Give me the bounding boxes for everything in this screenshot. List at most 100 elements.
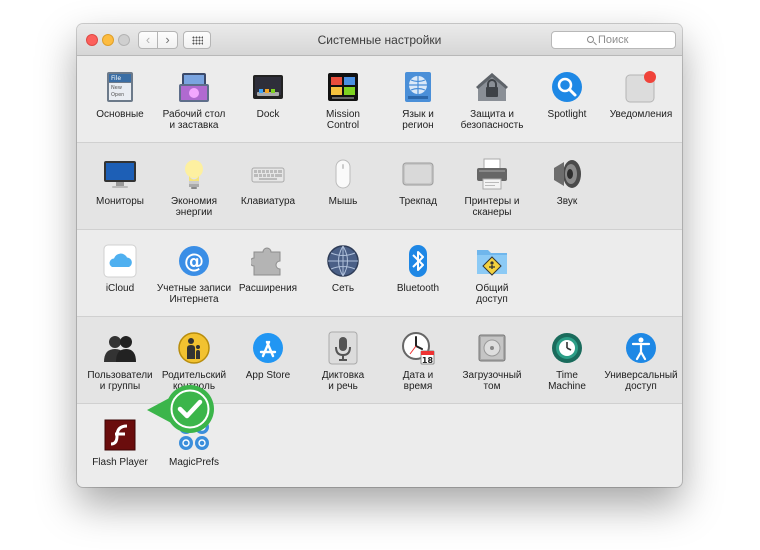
svg-text:18: 18 — [422, 356, 434, 365]
title-bar: ‹ › Системные настройки Поиск — [77, 24, 682, 56]
section-divider — [77, 316, 682, 317]
pref-pane-label: Дата и время — [402, 370, 434, 392]
pref-pane-label: Мониторы — [96, 196, 144, 207]
pref-pane-trackpad[interactable]: Трекпад — [380, 157, 456, 207]
pref-pane-dock[interactable]: Dock — [230, 70, 306, 120]
pref-pane-label: App Store — [245, 370, 291, 381]
spotlight-icon — [550, 70, 584, 104]
dock-icon — [251, 70, 285, 104]
mouse-icon — [326, 157, 360, 191]
accessibility-icon — [624, 331, 658, 365]
sharing-icon — [475, 244, 509, 278]
printers-icon — [475, 157, 509, 191]
pref-pane-label: Клавиатура — [240, 196, 296, 207]
pref-pane-icloud[interactable]: iCloud — [82, 244, 158, 294]
search-placeholder: Поиск — [598, 34, 629, 46]
pref-pane-notifications[interactable]: Уведомления — [603, 70, 679, 120]
pref-pane-label: MagicPrefs — [168, 457, 219, 468]
checkmark-badge — [147, 383, 217, 435]
pref-pane-date-time[interactable]: 18 Дата и время — [380, 331, 456, 392]
pref-pane-label: Основные — [96, 109, 144, 120]
date-time-icon: 18 — [401, 331, 435, 365]
section-divider — [77, 229, 682, 230]
pref-pane-label: Flash Player — [92, 457, 148, 468]
pref-pane-label: Язык и регион — [402, 109, 434, 131]
checkmark-icon — [147, 385, 214, 433]
pref-pane-label: Общий доступ — [475, 283, 509, 305]
pref-pane-extensions[interactable]: Расширения — [230, 244, 306, 294]
sound-icon — [550, 157, 584, 191]
flash-player-icon — [103, 418, 137, 452]
extensions-icon — [249, 244, 285, 278]
pref-pane-label: Сеть — [331, 283, 355, 294]
pref-pane-label: Mission Control — [326, 109, 360, 131]
pref-pane-label: Spotlight — [547, 109, 587, 120]
pref-pane-sharing[interactable]: Общий доступ — [454, 244, 530, 305]
pref-pane-label: Уведомления — [609, 109, 673, 120]
section-divider — [77, 142, 682, 143]
users-groups-icon — [103, 331, 137, 365]
pref-pane-label: Расширения — [238, 283, 298, 294]
pref-pane-label: Принтеры и сканеры — [464, 196, 520, 218]
desktop-screensaver-icon — [177, 70, 211, 104]
icloud-icon — [103, 244, 137, 278]
svg-text:New: New — [111, 85, 122, 91]
pref-pane-mouse[interactable]: Мышь — [305, 157, 381, 207]
pref-pane-network[interactable]: Сеть — [305, 244, 381, 294]
pref-pane-label: Диктовка и речь — [321, 370, 365, 392]
pref-pane-label: Time Machine — [548, 370, 586, 392]
pref-pane-label: Защита и безопасность — [460, 109, 524, 131]
trackpad-icon — [401, 157, 435, 191]
pref-pane-startup-disk[interactable]: Загрузочный том — [454, 331, 530, 392]
pref-pane-displays[interactable]: Мониторы — [82, 157, 158, 207]
pref-pane-sound[interactable]: Звук — [529, 157, 605, 207]
displays-icon — [103, 157, 137, 191]
search-icon — [587, 36, 594, 43]
pref-pane-label: Dock — [256, 109, 280, 120]
pref-pane-internet-accounts[interactable]: @ Учетные записи Интернета — [156, 244, 232, 305]
pref-pane-label: Экономия энергии — [170, 196, 218, 218]
notifications-icon — [624, 70, 658, 104]
svg-text:@: @ — [184, 249, 204, 273]
keyboard-icon — [251, 157, 285, 191]
internet-accounts-icon: @ — [177, 244, 211, 278]
pref-pane-time-machine[interactable]: Time Machine — [529, 331, 605, 392]
pref-pane-label: Рабочий стол и заставка — [162, 109, 226, 131]
pref-pane-label: Звук — [556, 196, 578, 207]
pref-pane-general[interactable]: File New Open Основные — [82, 70, 158, 120]
parental-controls-icon — [177, 331, 211, 365]
pref-pane-app-store[interactable]: App Store — [230, 331, 306, 381]
bluetooth-icon — [401, 244, 435, 278]
pref-pane-spotlight[interactable]: Spotlight — [529, 70, 605, 120]
pref-pane-label: Мышь — [328, 196, 358, 207]
network-icon — [326, 244, 360, 278]
search-field[interactable]: Поиск — [551, 31, 676, 49]
pref-pane-accessibility[interactable]: Универсальный доступ — [603, 331, 679, 392]
pref-pane-language-region[interactable]: Язык и регион — [380, 70, 456, 131]
mission-control-icon — [326, 70, 360, 104]
pref-pane-keyboard[interactable]: Клавиатура — [230, 157, 306, 207]
svg-text:File: File — [111, 75, 121, 82]
pref-pane-security[interactable]: Защита и безопасность — [454, 70, 530, 131]
app-store-icon — [251, 331, 285, 365]
pref-pane-printers[interactable]: Принтеры и сканеры — [454, 157, 530, 218]
pref-pane-label: Трекпад — [399, 196, 437, 207]
pref-pane-energy-saver[interactable]: Экономия энергии — [156, 157, 232, 218]
pref-pane-dictation[interactable]: Диктовка и речь — [305, 331, 381, 392]
pref-pane-label: Универсальный доступ — [604, 370, 678, 392]
startup-disk-icon — [475, 331, 509, 365]
pref-pane-desktop-screensaver[interactable]: Рабочий стол и заставка — [156, 70, 232, 131]
pref-pane-label: Учетные записи Интернета — [156, 283, 232, 305]
pref-pane-label: Bluetooth — [396, 283, 440, 294]
pref-pane-label: Загрузочный том — [462, 370, 522, 392]
pref-pane-label: iCloud — [105, 283, 135, 294]
svg-text:Open: Open — [111, 92, 124, 98]
pref-pane-mission-control[interactable]: Mission Control — [305, 70, 381, 131]
pref-pane-bluetooth[interactable]: Bluetooth — [380, 244, 456, 294]
security-icon — [475, 70, 509, 104]
dictation-icon — [326, 331, 360, 365]
time-machine-icon — [550, 331, 584, 365]
language-region-icon — [401, 70, 435, 104]
general-icon: File New Open — [103, 70, 137, 104]
energy-saver-icon — [177, 157, 211, 191]
